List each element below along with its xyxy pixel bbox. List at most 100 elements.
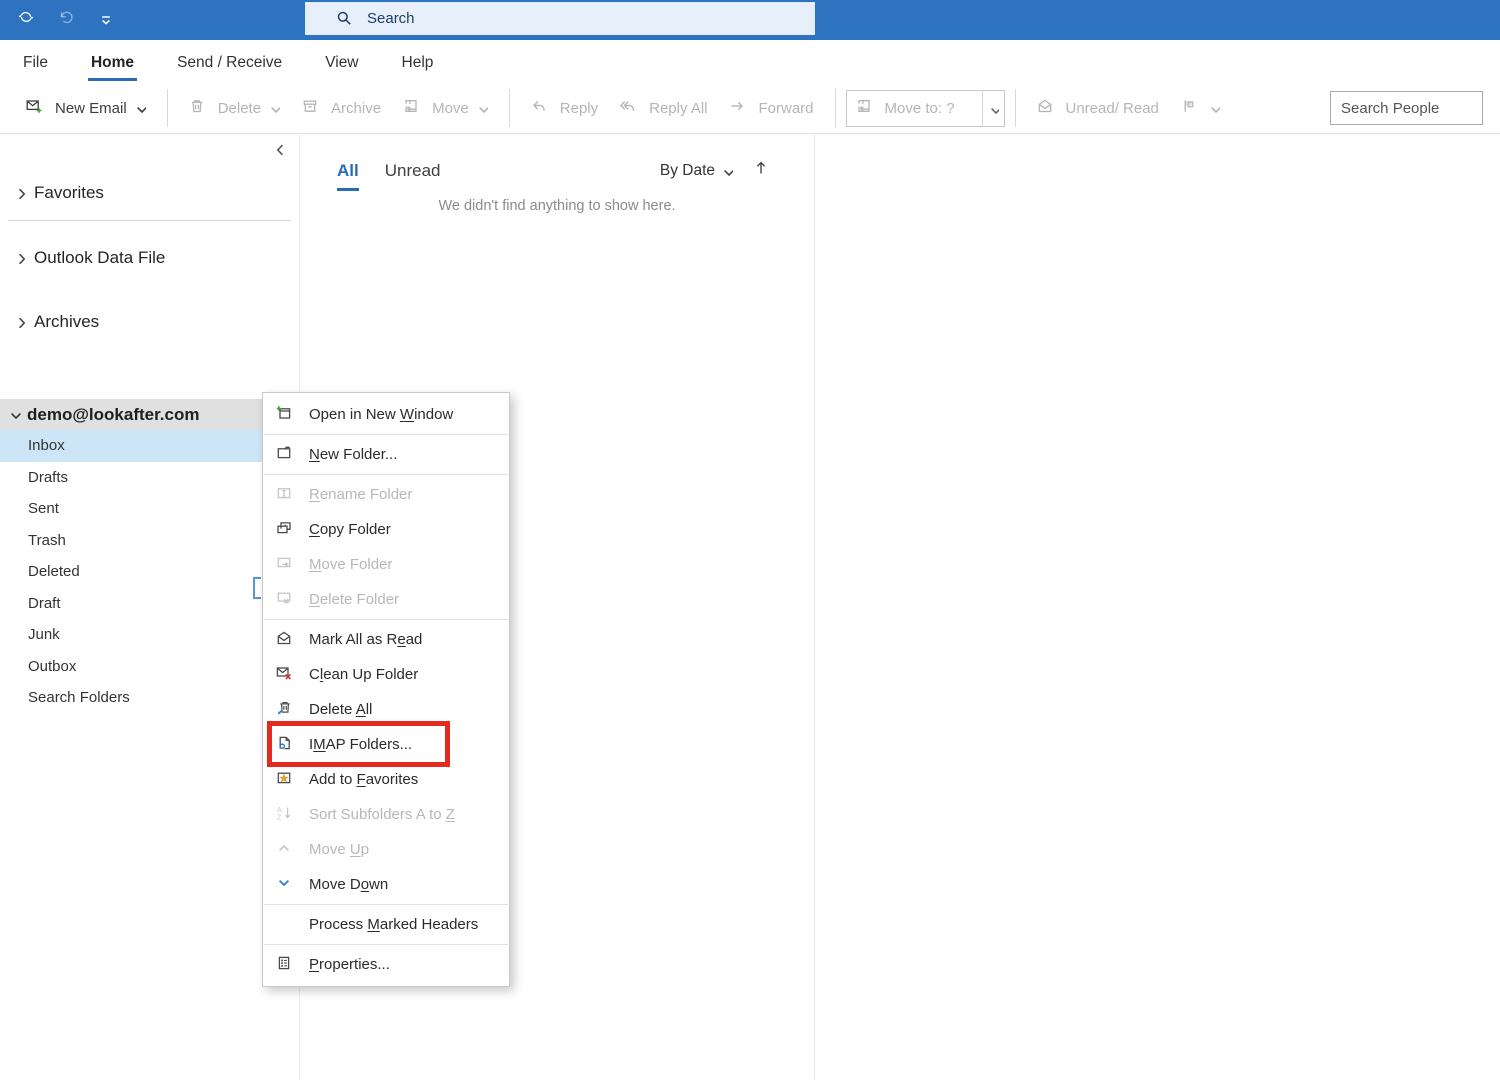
menu-item-mark-all-as-read[interactable]: Mark All as Read (263, 622, 509, 657)
sort-direction-button[interactable] (753, 160, 769, 181)
filter-tab-all[interactable]: All (337, 161, 359, 191)
mail-plus-icon (26, 98, 46, 118)
forward-button[interactable]: Forward (718, 88, 824, 128)
archive-button[interactable]: Archive (291, 88, 392, 128)
archive-icon (302, 98, 322, 118)
folder-junk[interactable]: Junk (0, 619, 299, 651)
menu-item-label: Add to Favorites (309, 771, 418, 788)
menu-item-label: Copy Folder (309, 521, 391, 538)
new-email-button[interactable]: New Email (15, 88, 157, 128)
sort-by-label: By Date (660, 162, 715, 180)
follow-up-button[interactable] (1170, 88, 1231, 128)
folder-move-icon (276, 555, 296, 575)
menu-item-label: New Folder... (309, 446, 397, 463)
account-header[interactable]: demo@lookafter.com (0, 399, 299, 430)
menu-item-open-in-new-window[interactable]: Open in New Window (263, 397, 509, 432)
menu-item-rename-folder: Rename Folder (263, 477, 509, 512)
menu-item-properties[interactable]: Properties... (263, 947, 509, 982)
undo-icon[interactable] (58, 9, 80, 31)
search-placeholder: Search (367, 10, 415, 27)
mail-open-icon (1037, 98, 1057, 118)
chevron-down-icon (476, 102, 488, 114)
folder-star-icon (276, 770, 296, 790)
delete-button[interactable]: Delete (178, 88, 291, 128)
sync-icon[interactable] (18, 9, 40, 31)
folder-drafts[interactable]: Drafts (0, 462, 299, 494)
mail-open-icon (276, 630, 296, 650)
reply-all-label: Reply All (649, 100, 707, 117)
menu-item-new-folder[interactable]: New Folder... (263, 437, 509, 472)
folder-sent[interactable]: Sent (0, 493, 299, 525)
folder-label: Trash (28, 532, 66, 549)
new-email-label: New Email (55, 100, 127, 117)
menu-item-move-down[interactable]: Move Down (263, 867, 509, 902)
folder-delete-icon (276, 590, 296, 610)
global-search-box[interactable]: Search (305, 2, 815, 35)
menu-item-move-up: Move Up (263, 832, 509, 867)
ribbon-tab-send-receive[interactable]: Send / Receive (174, 44, 285, 80)
menu-item-label: Delete Folder (309, 591, 399, 608)
reply-all-button[interactable]: Reply All (609, 88, 718, 128)
move-to-combo[interactable]: Move to: ? (846, 90, 1005, 127)
ribbon-tab-help[interactable]: Help (399, 44, 437, 80)
move-page-icon (403, 98, 423, 118)
sort-by-dropdown[interactable]: By Date (660, 162, 733, 180)
ribbon-tab-view[interactable]: View (322, 44, 361, 80)
menu-item-delete-folder: Delete Folder (263, 582, 509, 617)
unread-read-button[interactable]: Unread/ Read (1026, 88, 1170, 128)
empty-state-text: We didn't find anything to show here. (300, 198, 814, 214)
folder-outbox[interactable]: Outbox (0, 651, 299, 683)
menu-item-label: Move Down (309, 876, 388, 893)
folder-icon (276, 445, 296, 465)
reply-all-icon (620, 98, 640, 118)
chevron-down-icon (988, 103, 999, 114)
menu-item-imap-folders[interactable]: IMAP Folders... (263, 727, 509, 762)
properties-icon (276, 955, 296, 975)
flag-icon (1181, 98, 1201, 118)
collapse-sidebar-icon[interactable] (272, 142, 285, 155)
account-label: demo@lookafter.com (27, 405, 199, 425)
folder-search-folders[interactable]: Search Folders (0, 682, 299, 714)
folder-trash[interactable]: Trash (0, 525, 299, 557)
menu-item-process-marked-headers[interactable]: Process Marked Headers (263, 907, 509, 942)
chevron-right-icon (14, 251, 27, 264)
forward-label: Forward (758, 100, 813, 117)
ribbon-tab-file[interactable]: File (20, 44, 51, 80)
customize-quick-access-icon[interactable] (98, 12, 114, 28)
menu-item-copy-folder[interactable]: Copy Folder (263, 512, 509, 547)
unread-read-label: Unread/ Read (1066, 100, 1159, 117)
quick-access-toolbar (18, 0, 114, 40)
toolbar-separator (1015, 89, 1016, 127)
menu-item-add-to-favorites[interactable]: Add to Favorites (263, 762, 509, 797)
folder-label: Outbox (28, 658, 76, 675)
delete-label: Delete (218, 100, 261, 117)
search-people[interactable] (1330, 91, 1483, 125)
mail-cleanup-icon (276, 665, 296, 685)
sidebar-group-label: Favorites (34, 183, 104, 203)
move-button[interactable]: Move (392, 88, 499, 128)
folder-label: Deleted (28, 563, 80, 580)
sidebar-group-outlook-data-file[interactable]: Outlook Data File (0, 241, 299, 274)
menu-item-label: IMAP Folders... (309, 736, 412, 753)
reply-label: Reply (560, 100, 598, 117)
menu-separator (264, 944, 508, 945)
reply-button[interactable]: Reply (520, 88, 609, 128)
filter-tab-unread[interactable]: Unread (385, 161, 441, 181)
menu-item-clean-up-folder[interactable]: Clean Up Folder (263, 657, 509, 692)
trash-icon (189, 98, 209, 118)
chevron-down-icon (1208, 102, 1220, 114)
sort-az-icon (276, 805, 296, 825)
sidebar-group-favorites[interactable]: Favorites (0, 176, 299, 209)
chevron-right-icon (14, 186, 27, 199)
archive-label: Archive (331, 100, 381, 117)
menu-item-delete-all[interactable]: Delete All (263, 692, 509, 727)
folder-label: Drafts (28, 469, 68, 486)
ribbon-tab-home[interactable]: Home (88, 44, 137, 80)
chevron-down-icon (134, 102, 146, 114)
sidebar-group-archives[interactable]: Archives (0, 305, 299, 338)
menu-separator (264, 474, 508, 475)
move-to-label: Move to: ? (885, 100, 955, 117)
folder-inbox[interactable]: Inbox (0, 430, 299, 462)
folder-label: Search Folders (28, 689, 130, 706)
menu-item-label: Move Folder (309, 556, 392, 573)
